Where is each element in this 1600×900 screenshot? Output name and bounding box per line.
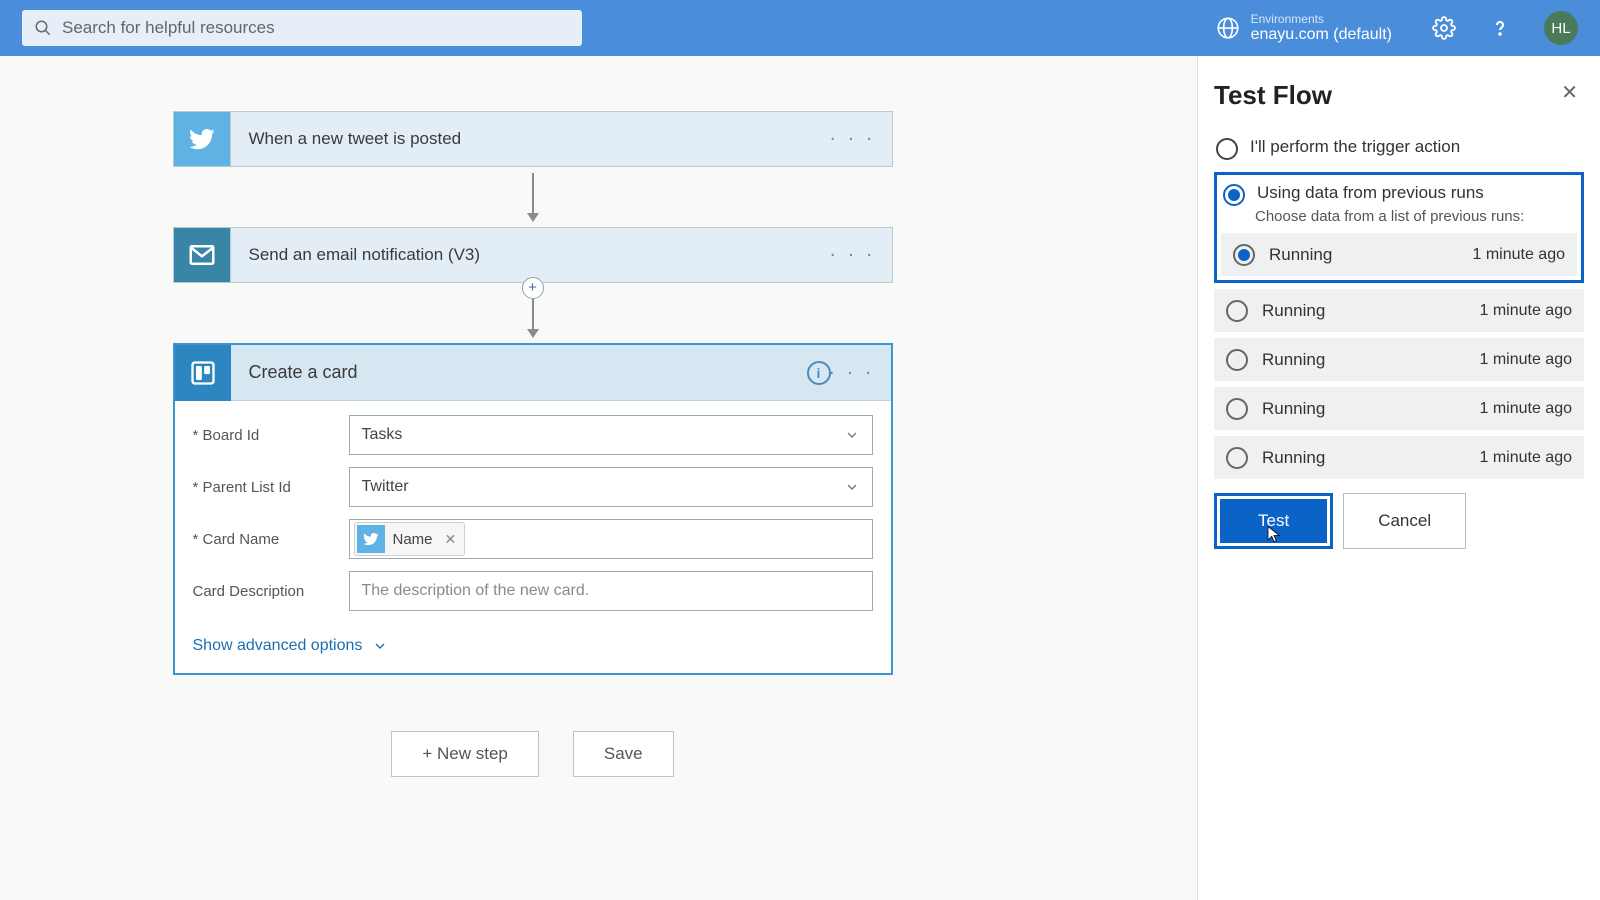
- run-time: 1 minute ago: [1472, 246, 1565, 264]
- field-label-parent: Parent List Id: [193, 479, 349, 496]
- advanced-label: Show advanced options: [193, 637, 363, 655]
- run-item[interactable]: Running 1 minute ago: [1214, 387, 1584, 430]
- radio-icon: [1233, 244, 1255, 266]
- run-time: 1 minute ago: [1479, 449, 1572, 467]
- card-name-input[interactable]: Name ✕: [349, 519, 873, 559]
- test-flow-panel: Test Flow ✕ I'll perform the trigger act…: [1197, 56, 1600, 900]
- step-menu-button[interactable]: · · ·: [829, 128, 875, 151]
- token-label: Name: [393, 531, 433, 548]
- run-item[interactable]: Running 1 minute ago: [1214, 436, 1584, 479]
- radio-icon: [1226, 300, 1248, 322]
- mail-icon: [174, 228, 230, 282]
- chevron-down-icon: [372, 638, 388, 654]
- info-icon[interactable]: i: [807, 361, 831, 385]
- add-step-button[interactable]: +: [522, 277, 544, 299]
- test-button-label: Test: [1258, 511, 1289, 530]
- card-description-input[interactable]: The description of the new card.: [349, 571, 873, 611]
- show-advanced-link[interactable]: Show advanced options: [193, 637, 389, 655]
- globe-icon: [1215, 15, 1241, 41]
- flow-connector: +: [532, 289, 534, 337]
- new-step-button[interactable]: + New step: [391, 731, 539, 777]
- question-icon: [1488, 16, 1512, 40]
- app-header: Search for helpful resources Environment…: [0, 0, 1600, 56]
- flow-step-trello: Create a card i · · · Board Id Tasks Par…: [173, 343, 893, 675]
- remove-token-icon[interactable]: ✕: [445, 531, 457, 548]
- step-title: Create a card: [249, 362, 358, 383]
- option-sublabel: Choose data from a list of previous runs…: [1255, 208, 1577, 225]
- step-menu-button[interactable]: · · ·: [829, 244, 875, 267]
- twitter-icon: [174, 112, 230, 166]
- search-placeholder: Search for helpful resources: [62, 18, 275, 38]
- environment-label: Environments: [1251, 12, 1392, 26]
- close-panel-button[interactable]: ✕: [1561, 80, 1578, 105]
- board-id-select[interactable]: Tasks: [349, 415, 873, 455]
- flow-step-label: Send an email notification (V3): [230, 228, 892, 282]
- save-button[interactable]: Save: [573, 731, 674, 777]
- step-form: Board Id Tasks Parent List Id Twitter: [175, 401, 891, 633]
- parent-list-value: Twitter: [362, 478, 409, 496]
- flow-step-label: When a new tweet is posted: [230, 112, 892, 166]
- search-input[interactable]: Search for helpful resources: [22, 10, 582, 46]
- flow-connector: [532, 173, 534, 221]
- run-status: Running: [1262, 301, 1325, 321]
- field-label-carddesc: Card Description: [193, 583, 349, 600]
- twitter-icon: [357, 525, 385, 553]
- flow-step-email[interactable]: Send an email notification (V3) · · ·: [173, 227, 893, 283]
- radio-icon: [1223, 184, 1245, 206]
- chevron-down-icon: [844, 427, 860, 443]
- run-status: Running: [1262, 448, 1325, 468]
- parent-list-select[interactable]: Twitter: [349, 467, 873, 507]
- step-menu-button[interactable]: · · ·: [828, 361, 874, 384]
- trello-icon: [175, 345, 231, 401]
- help-button[interactable]: [1488, 16, 1512, 40]
- run-item[interactable]: Running 1 minute ago: [1214, 338, 1584, 381]
- board-id-value: Tasks: [362, 426, 403, 444]
- panel-title: Test Flow: [1214, 80, 1584, 111]
- run-item[interactable]: Running 1 minute ago: [1214, 289, 1584, 332]
- avatar[interactable]: HL: [1544, 11, 1578, 45]
- flow-step-trigger[interactable]: When a new tweet is posted · · ·: [173, 111, 893, 167]
- run-status: Running: [1262, 399, 1325, 419]
- field-label-cardname: Card Name: [193, 531, 349, 548]
- option-previous-runs[interactable]: Using data from previous runs: [1221, 179, 1577, 206]
- run-time: 1 minute ago: [1479, 351, 1572, 369]
- option-label: I'll perform the trigger action: [1250, 137, 1460, 157]
- search-icon: [34, 19, 52, 37]
- gear-icon: [1432, 16, 1456, 40]
- step-header[interactable]: Create a card i · · ·: [175, 345, 891, 401]
- radio-icon: [1226, 398, 1248, 420]
- option-perform-trigger[interactable]: I'll perform the trigger action: [1214, 131, 1584, 166]
- card-desc-placeholder: The description of the new card.: [362, 582, 590, 600]
- cancel-button[interactable]: Cancel: [1343, 493, 1466, 549]
- dynamic-token[interactable]: Name ✕: [354, 522, 466, 556]
- run-item[interactable]: Running 1 minute ago: [1221, 233, 1577, 276]
- avatar-initials: HL: [1551, 20, 1570, 37]
- environment-value: enayu.com (default): [1251, 26, 1392, 43]
- highlight-previous-runs: Using data from previous runs Choose dat…: [1214, 172, 1584, 283]
- run-status: Running: [1262, 350, 1325, 370]
- run-time: 1 minute ago: [1479, 302, 1572, 320]
- field-label-board: Board Id: [193, 427, 349, 444]
- radio-icon: [1216, 138, 1238, 160]
- settings-button[interactable]: [1432, 16, 1456, 40]
- environment-picker[interactable]: Environments enayu.com (default): [1215, 12, 1392, 44]
- radio-icon: [1226, 447, 1248, 469]
- highlight-test-button: Test: [1214, 493, 1333, 549]
- run-status: Running: [1269, 245, 1332, 265]
- chevron-down-icon: [844, 479, 860, 495]
- option-label: Using data from previous runs: [1257, 183, 1484, 203]
- flow-canvas: When a new tweet is posted · · · Send an…: [0, 56, 1065, 777]
- test-button[interactable]: Test: [1220, 499, 1327, 543]
- radio-icon: [1226, 349, 1248, 371]
- run-time: 1 minute ago: [1479, 400, 1572, 418]
